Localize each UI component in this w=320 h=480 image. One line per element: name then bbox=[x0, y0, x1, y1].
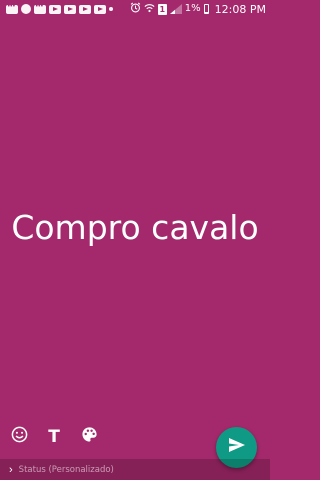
chat-icon bbox=[6, 3, 18, 14]
sim-icon: 1 bbox=[157, 3, 167, 15]
signal-icon bbox=[169, 4, 182, 14]
composer-toolbar: T bbox=[0, 424, 200, 450]
dot-icon bbox=[109, 7, 113, 11]
emoji-icon bbox=[11, 426, 28, 448]
chevron-right-icon: › bbox=[9, 463, 13, 476]
alarm-icon bbox=[130, 2, 141, 16]
youtube-icon bbox=[49, 4, 61, 14]
status-text[interactable]: Compro cavalo bbox=[0, 206, 270, 250]
battery-percent: 1% bbox=[184, 3, 201, 14]
battery-icon bbox=[203, 4, 209, 14]
youtube-icon bbox=[64, 4, 76, 14]
chat-icon bbox=[34, 3, 46, 14]
youtube-icon bbox=[79, 4, 91, 14]
color-palette-button[interactable] bbox=[76, 424, 102, 450]
youtube-icon bbox=[94, 4, 106, 14]
status-bar: 1 1% 12:08 PM bbox=[0, 0, 270, 18]
record-icon bbox=[21, 4, 31, 14]
notification-icons bbox=[6, 3, 113, 14]
audience-caption: Status (Personalizado) bbox=[18, 464, 114, 475]
status-composer-screen: 1 1% 12:08 PM Compro cavalo bbox=[0, 0, 270, 480]
palette-icon bbox=[81, 426, 98, 448]
clock: 12:08 PM bbox=[214, 2, 266, 16]
emoji-button[interactable] bbox=[6, 424, 32, 450]
audience-bar[interactable]: › Status (Personalizado) bbox=[0, 459, 270, 480]
send-icon bbox=[228, 438, 245, 457]
wifi-icon bbox=[144, 3, 155, 16]
text-style-button[interactable]: T bbox=[41, 424, 67, 450]
system-icons: 1 1% 12:08 PM bbox=[130, 2, 266, 16]
